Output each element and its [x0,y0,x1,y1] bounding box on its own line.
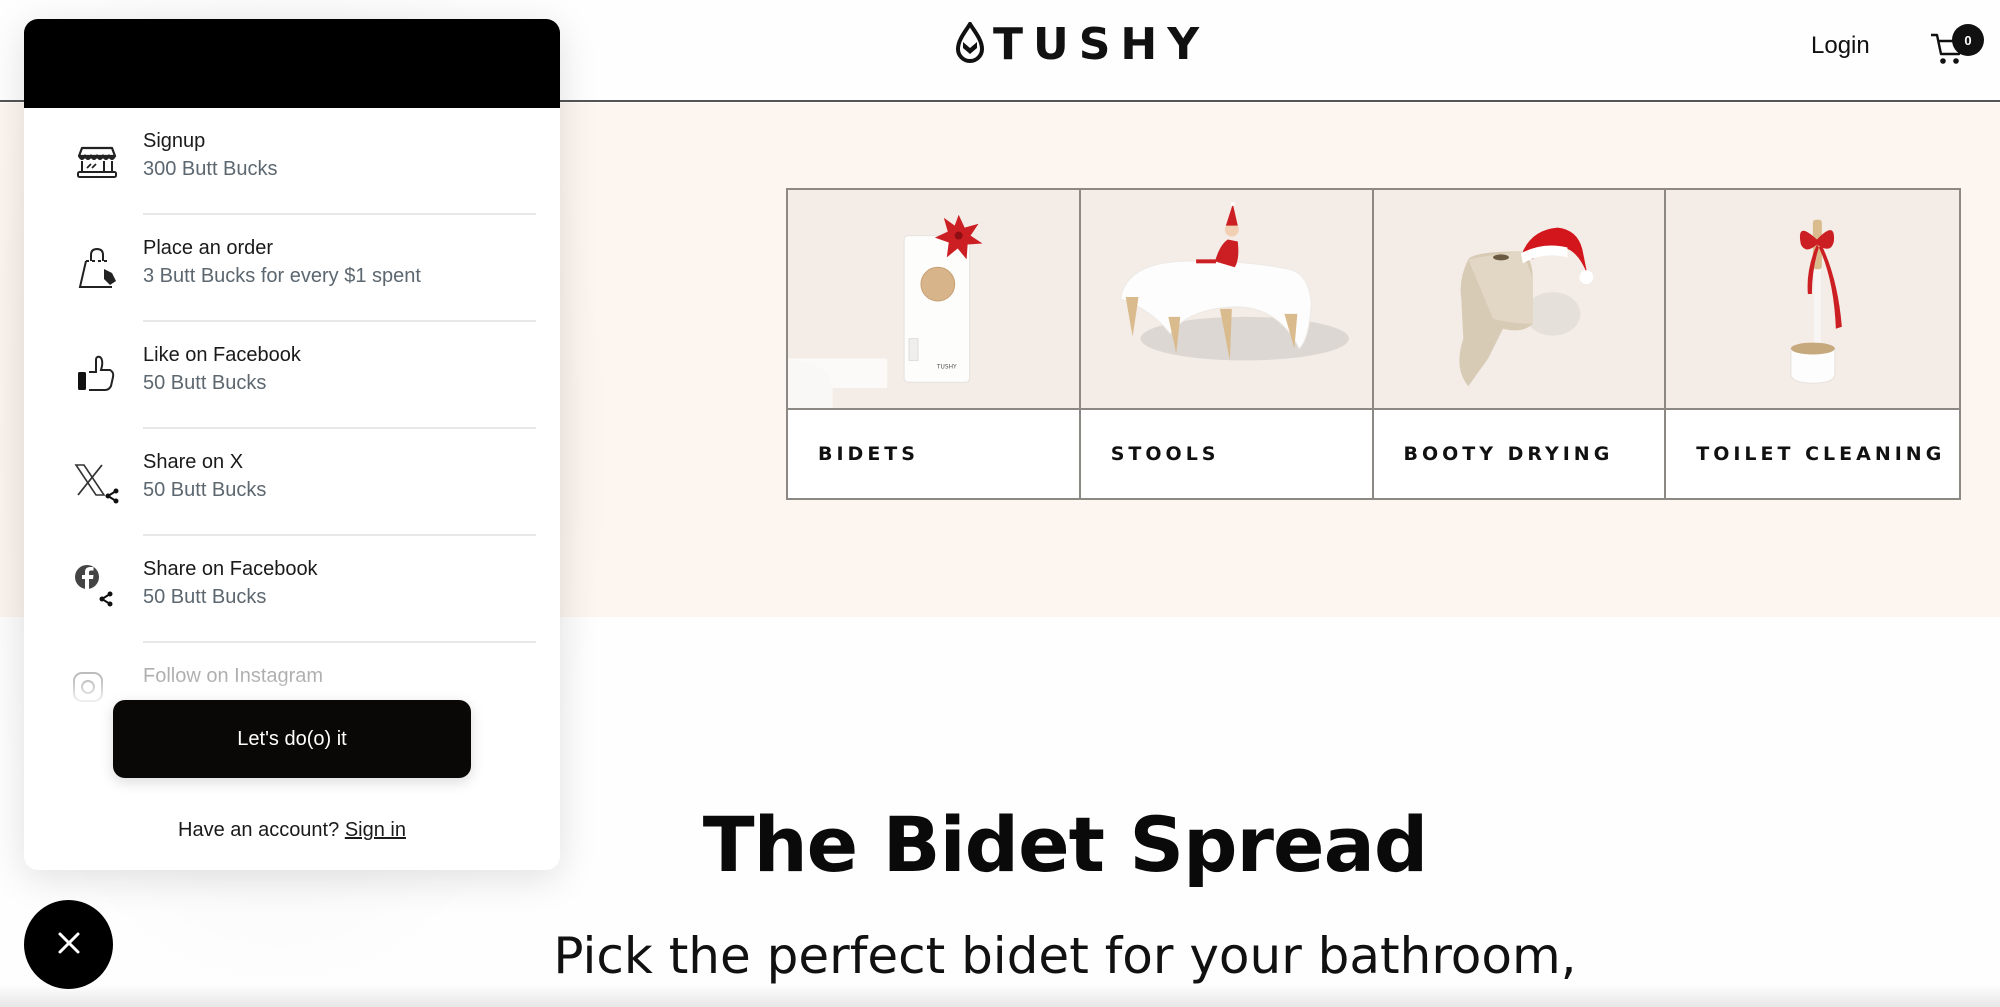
category-grid: TUSHY BIDETS STOOLS BOOTY DRYING TOILET … [786,188,1961,500]
close-icon [56,930,82,959]
towel-product-image [1373,190,1665,410]
account-prompt: Have an account? Sign in [24,819,560,842]
earn-item-share-x[interactable]: Share on X 50 Butt Bucks [24,429,560,536]
earn-item-title: Share on X [143,451,244,473]
earn-item-value: 50 Butt Bucks [143,372,267,394]
x-share-icon [72,457,122,507]
category-label: BIDETS [818,443,919,465]
rewards-panel: Signup 300 Butt Bucks Place an order 3 B… [24,19,560,870]
earn-item-title: Share on Facebook [143,558,318,580]
storefront-icon [72,136,122,186]
category-card-toilet-cleaning[interactable]: TOILET CLEANING [1666,190,1959,498]
login-link[interactable]: Login [1811,32,1870,60]
sign-in-link[interactable]: Sign in [345,819,406,841]
category-card-stools[interactable]: STOOLS [1080,190,1374,498]
earn-item-value: 50 Butt Bucks [143,586,267,608]
shopping-bag-icon [72,243,122,293]
category-label: BOOTY DRYING [1403,443,1614,465]
category-card-bidets[interactable]: TUSHY BIDETS [788,190,1081,498]
cart-count-badge: 0 [1952,24,1984,56]
bidet-product-image: TUSHY [788,190,1079,410]
thumbs-up-icon [72,350,122,400]
earn-item-title: Signup [143,130,206,152]
cart-button[interactable]: 0 [1930,24,1986,68]
earn-item-share-facebook[interactable]: Share on Facebook 50 Butt Bucks [24,536,560,643]
earn-item-value: 300 Butt Bucks [143,158,278,180]
toilet-brush-product-image [1666,190,1959,410]
earn-item-signup[interactable]: Signup 300 Butt Bucks [24,108,560,215]
category-label: TOILET CLEANING [1696,443,1946,465]
lets-do-it-button[interactable]: Let's do(o) it [113,700,471,778]
earn-item-title: Place an order [143,237,274,259]
brand-name: TUSHY [993,19,1210,70]
stool-product-image [1080,190,1372,410]
category-card-booty-drying[interactable]: BOOTY DRYING [1373,190,1667,498]
earn-item-value: 50 Butt Bucks [143,479,267,501]
account-prompt-text: Have an account? [178,819,340,841]
section-subtitle: Pick the perfect bidet for your bathroom… [553,927,1577,985]
brand-logo[interactable]: TUSHY [955,19,1210,70]
droplet-logo-icon [955,19,985,69]
earn-list[interactable]: Signup 300 Butt Bucks Place an order 3 B… [24,108,560,708]
earn-item-value: 3 Butt Bucks for every $1 spent [143,265,421,287]
earn-item-like-facebook[interactable]: Like on Facebook 50 Butt Bucks [24,322,560,429]
facebook-share-icon [72,564,122,614]
scroll-fade [0,985,2000,1007]
close-rewards-button[interactable] [24,900,113,989]
panel-header [24,19,560,108]
earn-item-place-order[interactable]: Place an order 3 Butt Bucks for every $1… [24,215,560,322]
svg-text:TUSHY: TUSHY [936,363,957,370]
category-label: STOOLS [1110,443,1220,465]
earn-item-title: Like on Facebook [143,344,301,366]
